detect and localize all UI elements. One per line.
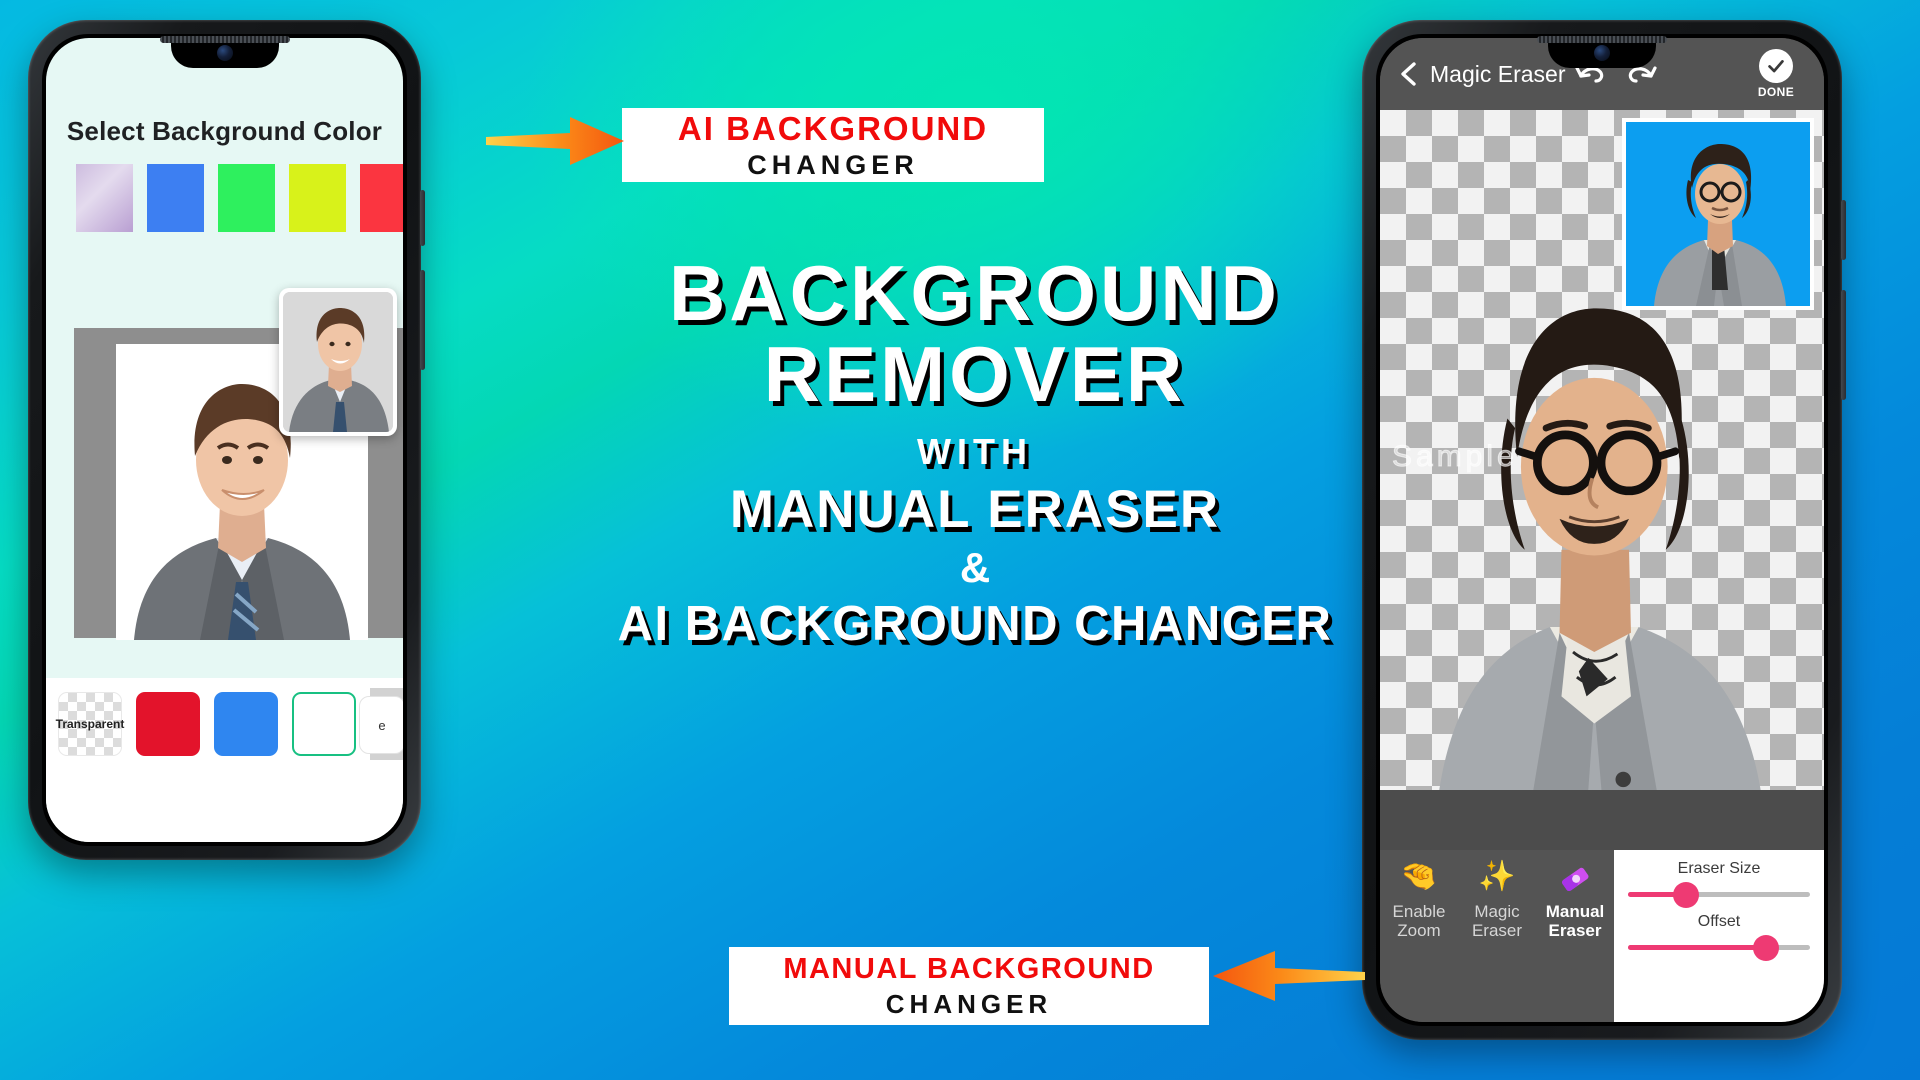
- offset-label: Offset: [1697, 913, 1741, 930]
- swatch-red[interactable]: [360, 164, 403, 232]
- watermark-text: Sample: [1392, 440, 1518, 474]
- tool-manual-eraser[interactable]: Manual Eraser: [1536, 850, 1614, 1022]
- left-phone-screen: Select Background Color Transparent e: [46, 38, 403, 842]
- right-phone-mockup: Magic Eraser DONE Sample 🤏 Enable Zoom ✨…: [1362, 20, 1846, 1040]
- tool-magic-eraser-label: Magic Eraser: [1471, 902, 1523, 941]
- result-preview-thumbnail[interactable]: [279, 288, 397, 436]
- main-headline-block: BACKGROUND REMOVER WITH MANUAL ERASER & …: [560, 249, 1390, 652]
- front-camera-icon: [216, 45, 233, 61]
- earpiece-speaker-right: [1537, 36, 1667, 43]
- headline-line-4: AI BACKGROUND CHANGER: [617, 596, 1333, 651]
- main-cutout-person-svg: [1439, 308, 1761, 790]
- eraser-size-label: Eraser Size: [1677, 860, 1761, 877]
- cutout-preview-card[interactable]: [1622, 118, 1814, 310]
- swatch-blue[interactable]: [147, 164, 204, 232]
- bottom-promo-badge: MANUAL BACKGROUND CHANGER: [729, 947, 1209, 1025]
- volume-button[interactable]: [420, 270, 425, 370]
- headline-ampersand: &: [959, 543, 991, 591]
- power-button[interactable]: [420, 190, 425, 246]
- swatch-green[interactable]: [218, 164, 275, 232]
- picker-red[interactable]: [136, 692, 200, 756]
- right-phone-screen: Magic Eraser DONE Sample 🤏 Enable Zoom ✨…: [1380, 38, 1824, 1022]
- editor-toolbar: 🤏 Enable Zoom ✨ Magic Eraser Manual Eras…: [1380, 850, 1824, 1022]
- thumbnail-photo-svg: [283, 292, 393, 432]
- top-arrow-icon: [486, 113, 626, 169]
- pinch-zoom-icon: 🤏: [1400, 860, 1438, 893]
- picker-transparent-label: Transparent: [55, 717, 125, 731]
- left-phone-mockup: Select Background Color Transparent e: [28, 20, 425, 860]
- done-button[interactable]: DONE: [1742, 49, 1810, 99]
- headline-line-2: REMOVER: [763, 330, 1187, 419]
- bottom-arrow-icon: [1205, 946, 1365, 1006]
- done-label: DONE: [1757, 85, 1795, 99]
- magic-eraser-icon: ✨: [1478, 860, 1516, 893]
- promo-canvas: Select Background Color Transparent e Ma…: [0, 0, 1920, 1080]
- slider-panel: Eraser Size Offset: [1614, 850, 1824, 1022]
- power-button-right[interactable]: [1841, 200, 1846, 260]
- earpiece-speaker: [159, 36, 290, 43]
- bottom-white-area: [46, 767, 403, 842]
- headline-with: WITH: [917, 430, 1033, 472]
- headline-line-1: BACKGROUND: [669, 249, 1281, 337]
- top-badge-line2: CHANGER: [747, 149, 919, 180]
- tool-magic-eraser[interactable]: ✨ Magic Eraser: [1458, 850, 1536, 1022]
- picker-white-selected[interactable]: [292, 692, 356, 756]
- preview-person-svg: [1626, 122, 1810, 306]
- tool-manual-eraser-label: Manual Eraser: [1545, 902, 1605, 941]
- swatch-yellow-green[interactable]: [289, 164, 346, 232]
- back-arrow-icon[interactable]: [1394, 59, 1424, 89]
- background-color-picker-row: Transparent: [46, 678, 403, 770]
- swatch-lavender-gradient[interactable]: [76, 164, 133, 232]
- top-badge-line1: AI BACKGROUND: [677, 109, 989, 147]
- check-icon: [1759, 49, 1793, 83]
- tool-enable-zoom-label: Enable Zoom: [1392, 902, 1446, 941]
- bottom-badge-line1: MANUAL BACKGROUND: [783, 952, 1155, 985]
- offset-slider[interactable]: [1628, 934, 1810, 961]
- bottom-badge-line2: CHANGER: [885, 988, 1053, 1019]
- front-camera-icon-right: [1594, 45, 1610, 61]
- headline-line-3: MANUAL ERASER: [729, 479, 1221, 539]
- transparent-editor-canvas[interactable]: Sample: [1380, 110, 1824, 790]
- volume-button-right[interactable]: [1841, 290, 1846, 400]
- eraser-icon: [1558, 862, 1592, 902]
- background-color-swatch-row: [76, 164, 403, 232]
- picker-transparent[interactable]: Transparent: [55, 692, 125, 756]
- tool-enable-zoom[interactable]: 🤏 Enable Zoom: [1380, 850, 1458, 1022]
- picker-blue[interactable]: [214, 692, 278, 756]
- app-title: Magic Eraser: [1430, 60, 1566, 87]
- page-title: Select Background Color: [66, 116, 383, 146]
- top-promo-badge: AI BACKGROUND CHANGER: [622, 108, 1044, 182]
- cut-off-label[interactable]: e: [359, 696, 403, 754]
- eraser-size-slider[interactable]: [1628, 881, 1810, 908]
